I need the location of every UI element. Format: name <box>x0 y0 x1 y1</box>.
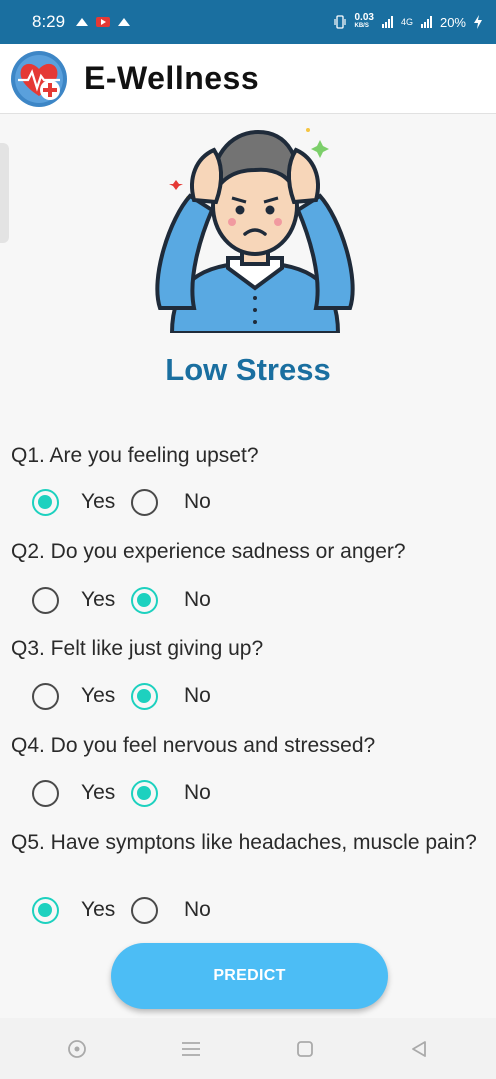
circle-dot-icon <box>68 1039 86 1058</box>
question-4-yes-radio[interactable] <box>32 779 59 807</box>
question-5-no-label: No <box>184 898 211 921</box>
question-2-yes-label: Yes <box>81 588 116 611</box>
question-3-no-label: No <box>184 684 211 707</box>
status-bar: 8:29 0.03 KB/S 4G 20% <box>0 0 496 44</box>
nav-back-button[interactable] <box>399 1029 439 1069</box>
signal-icon-2 <box>420 16 432 28</box>
system-nav-bar <box>0 1018 496 1079</box>
charging-icon <box>474 15 482 29</box>
side-drawer-handle[interactable] <box>0 143 9 243</box>
youtube-notification-icon <box>96 17 111 27</box>
question-4-no-radio[interactable] <box>131 779 158 807</box>
question-4-text: Q4. Do you feel nervous and stressed? <box>11 734 376 757</box>
nav-menu-button[interactable] <box>171 1029 211 1069</box>
question-3-yes-label: Yes <box>81 684 116 707</box>
question-1-yes-radio[interactable] <box>32 488 59 516</box>
question-5-text: Q5. Have symptons like headaches, muscle… <box>11 831 477 854</box>
vibrate-icon <box>334 15 347 29</box>
network-type: 4G <box>400 17 413 27</box>
app-bar: E-Wellness <box>0 44 496 114</box>
question-1-text: Q1. Are you feeling upset? <box>11 444 259 467</box>
notification-icons <box>75 16 131 28</box>
signal-icon <box>381 16 393 28</box>
stressed-person-illustration <box>155 128 355 333</box>
question-1-options: Yes No <box>32 487 211 517</box>
question-2-no-label: No <box>184 588 211 611</box>
question-2-options: Yes No <box>32 585 211 615</box>
question-3-text: Q3. Felt like just giving up? <box>11 637 264 660</box>
question-4-options: Yes No <box>32 778 211 808</box>
question-5-no-radio[interactable] <box>131 896 158 924</box>
app-title: E-Wellness <box>84 60 260 96</box>
status-time: 8:29 <box>32 12 66 31</box>
question-1-no-label: No <box>184 490 211 513</box>
back-triangle-icon <box>412 1040 426 1057</box>
network-speed: 0.03 KB/S <box>354 12 374 30</box>
question-2-no-radio[interactable] <box>131 586 158 614</box>
cloud-notification-icon-2 <box>118 18 131 26</box>
battery-level: 20% <box>439 14 466 30</box>
question-5-yes-radio[interactable] <box>32 896 59 924</box>
nav-home-button[interactable] <box>285 1029 325 1069</box>
status-right: 0.03 KB/S 4G 20% <box>334 13 482 31</box>
question-4-no-label: No <box>184 781 211 804</box>
question-5-yes-label: Yes <box>81 898 116 921</box>
predict-button[interactable]: PREDICT <box>111 943 388 1009</box>
question-1-yes-label: Yes <box>81 490 116 513</box>
menu-icon <box>182 1041 200 1056</box>
question-5-options: Yes No <box>32 895 211 925</box>
question-2-yes-radio[interactable] <box>32 586 59 614</box>
nav-assistant-button[interactable] <box>57 1029 97 1069</box>
question-3-no-radio[interactable] <box>131 682 158 710</box>
question-2-text: Q2. Do you experience sadness or anger? <box>11 540 406 563</box>
cloud-notification-icon <box>76 18 89 26</box>
question-4-yes-label: Yes <box>81 781 116 804</box>
question-3-options: Yes No <box>32 681 211 711</box>
stress-result-title: Low Stress <box>165 352 331 387</box>
question-1-no-radio[interactable] <box>131 488 158 516</box>
heart-medical-logo-icon <box>11 50 67 107</box>
square-home-icon <box>297 1040 313 1057</box>
question-3-yes-radio[interactable] <box>32 682 59 710</box>
